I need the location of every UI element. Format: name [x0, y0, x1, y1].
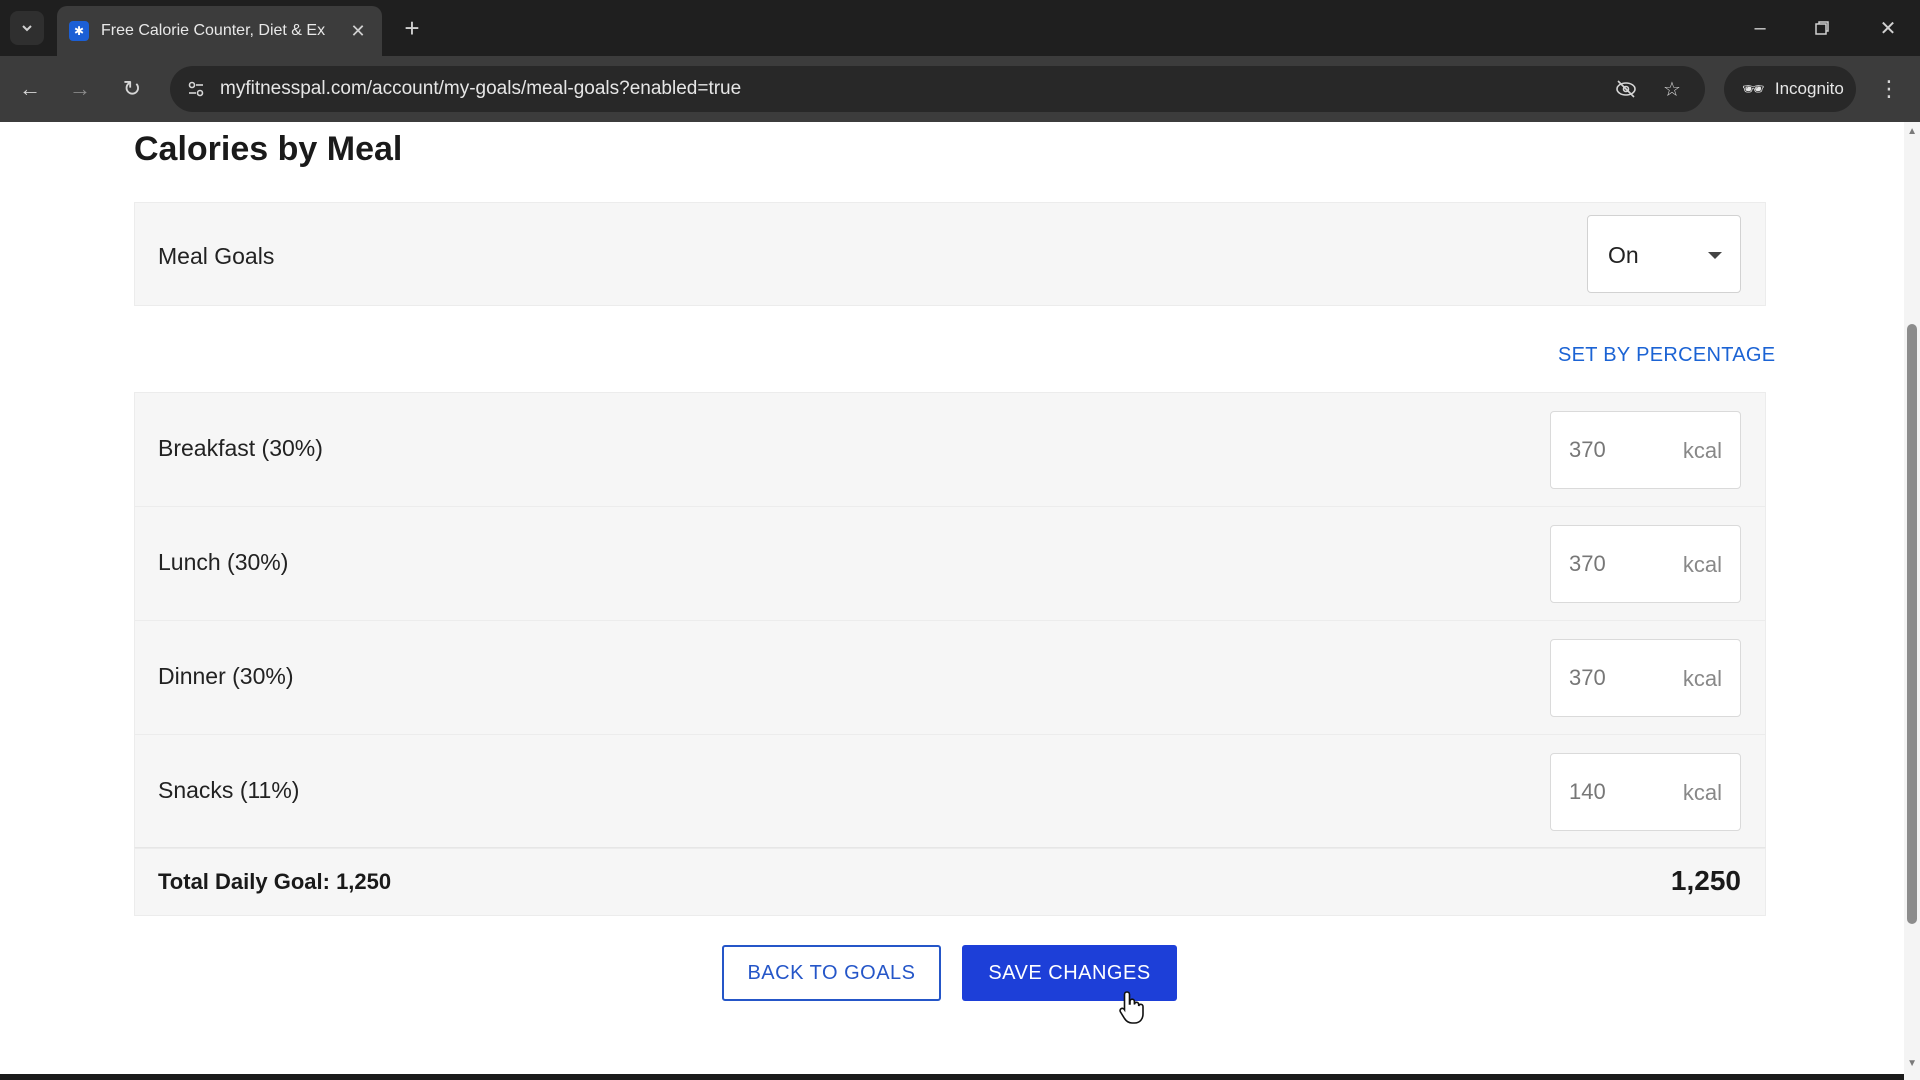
- tab-close-icon[interactable]: ✕: [346, 19, 370, 43]
- close-window-icon[interactable]: ✕: [1868, 10, 1908, 46]
- restore-icon[interactable]: [1802, 10, 1842, 46]
- back-to-goals-button[interactable]: BACK TO GOALS: [722, 945, 941, 1001]
- myfitnesspal-favicon-icon: ✱: [69, 21, 89, 41]
- minimize-icon[interactable]: –: [1740, 10, 1780, 46]
- kcal-value: 370: [1569, 551, 1606, 576]
- incognito-indicator[interactable]: 🕶 Incognito: [1724, 66, 1856, 112]
- page-content: Calories by Meal Meal Goals On SET BY PE…: [0, 122, 1920, 1080]
- site-info-icon[interactable]: [182, 75, 210, 103]
- total-daily-goal-row: Total Daily Goal: 1,250 1,250: [134, 848, 1766, 916]
- caret-down-icon: [1708, 252, 1722, 259]
- address-bar[interactable]: myfitnesspal.com/account/my-goals/meal-g…: [170, 66, 1705, 112]
- meal-row-snacks: Snacks (11%) 140 kcal: [134, 734, 1766, 848]
- meal-label: Lunch (30%): [158, 549, 289, 575]
- meal-label: Snacks (11%): [158, 777, 300, 803]
- kebab-menu-icon[interactable]: ⋮: [1874, 71, 1904, 107]
- kcal-unit: kcal: [1682, 666, 1722, 691]
- tab-search-button[interactable]: [10, 11, 44, 45]
- scroll-down-arrow-icon[interactable]: ▼: [1907, 1058, 1917, 1069]
- tab-title: Free Calorie Counter, Diet & Ex: [101, 22, 326, 39]
- incognito-label: Incognito: [1774, 79, 1844, 98]
- bookmark-star-icon[interactable]: ☆: [1658, 75, 1686, 103]
- scrollbar-thumb[interactable]: [1907, 324, 1917, 924]
- new-tab-icon[interactable]: +: [396, 12, 428, 44]
- meal-label: Breakfast (30%): [158, 435, 323, 461]
- meal-row-dinner: Dinner (30%) 370 kcal: [134, 620, 1766, 734]
- meal-label: Dinner (30%): [158, 663, 294, 689]
- total-daily-goal-label: Total Daily Goal: 1,250: [158, 869, 392, 894]
- meal-goals-select[interactable]: On: [1587, 215, 1741, 293]
- incognito-icon: 🕶: [1742, 78, 1765, 99]
- url-text: myfitnesspal.com/account/my-goals/meal-g…: [220, 78, 742, 99]
- set-by-percentage-link[interactable]: SET BY PERCENTAGE: [1558, 344, 1775, 367]
- kcal-value: 370: [1569, 665, 1606, 690]
- page-title: Calories by Meal: [134, 130, 403, 168]
- reload-icon[interactable]: ↻: [114, 71, 150, 107]
- hand-cursor-icon: [1119, 991, 1144, 1024]
- kcal-unit: kcal: [1682, 552, 1722, 577]
- kcal-unit: kcal: [1682, 438, 1722, 463]
- meal-goals-row: Meal Goals On: [134, 202, 1766, 306]
- lunch-kcal-input[interactable]: 370 kcal: [1550, 525, 1741, 603]
- browser-tab-bar: ✱ Free Calorie Counter, Diet & Ex ✕ + – …: [0, 0, 1920, 56]
- browser-toolbar: ← → ↻ myfitnesspal.com/account/my-goals/…: [0, 56, 1920, 122]
- vertical-scrollbar[interactable]: ▲ ▼: [1904, 122, 1920, 1080]
- scroll-up-arrow-icon[interactable]: ▲: [1907, 126, 1917, 137]
- forward-arrow-icon[interactable]: →: [62, 71, 98, 107]
- browser-tab[interactable]: ✱ Free Calorie Counter, Diet & Ex ✕: [57, 6, 382, 56]
- back-arrow-icon[interactable]: ←: [12, 71, 48, 107]
- snacks-kcal-input[interactable]: 140 kcal: [1550, 753, 1741, 831]
- dinner-kcal-input[interactable]: 370 kcal: [1550, 639, 1741, 717]
- meal-goals-selected-value: On: [1608, 242, 1639, 268]
- chevron-down-icon: [22, 25, 32, 32]
- meal-row-breakfast: Breakfast (30%) 370 kcal: [134, 392, 1766, 506]
- kcal-value: 140: [1569, 779, 1606, 804]
- eye-slash-icon[interactable]: [1612, 75, 1640, 103]
- breakfast-kcal-input[interactable]: 370 kcal: [1550, 411, 1741, 489]
- meal-goals-label: Meal Goals: [158, 243, 275, 269]
- meal-list: Breakfast (30%) 370 kcal Lunch (30%) 370…: [134, 392, 1766, 848]
- kcal-value: 370: [1569, 437, 1606, 462]
- kcal-unit: kcal: [1682, 780, 1722, 805]
- total-daily-goal-value: 1,250: [1670, 865, 1741, 896]
- meal-row-lunch: Lunch (30%) 370 kcal: [134, 506, 1766, 620]
- page-bottom-edge: [0, 1074, 1904, 1080]
